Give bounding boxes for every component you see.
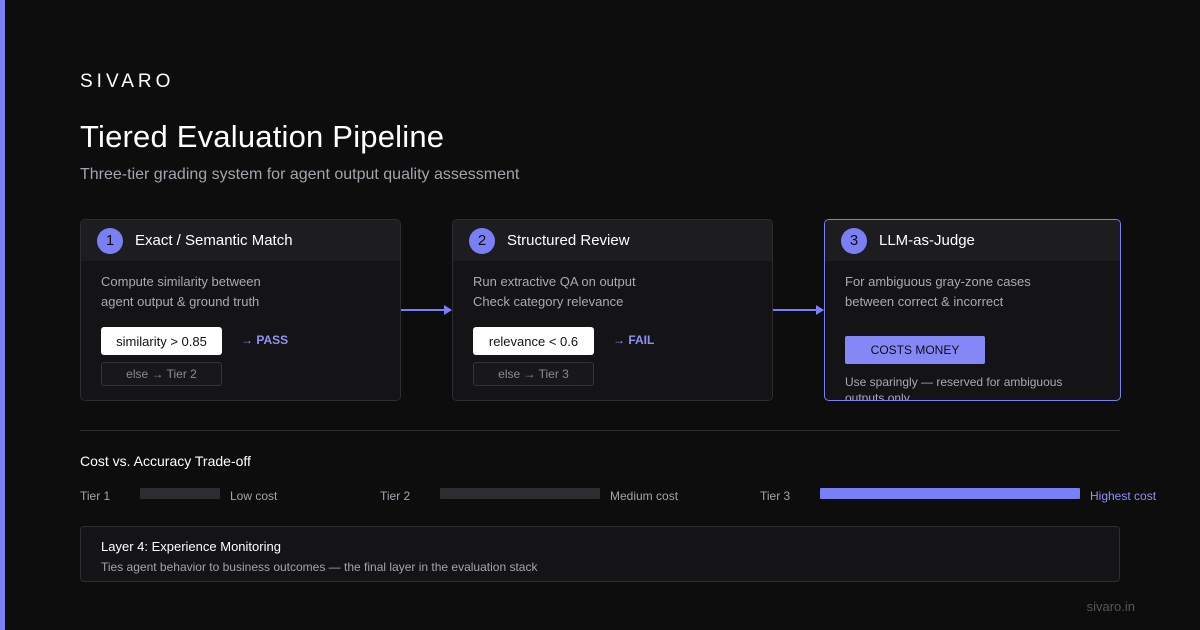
- tradeoff-tier-3-label: Tier 3: [760, 489, 791, 503]
- tier-3-number-badge: 3: [841, 227, 867, 254]
- tier-1-description: Compute similarity between agent output …: [101, 274, 261, 309]
- layer-4-description: Ties agent behavior to business outcomes…: [101, 560, 538, 574]
- arrow-tier1-to-tier2: [401, 305, 452, 315]
- tier-1-card: 1 Exact / Semantic Match Compute similar…: [80, 219, 401, 401]
- tier-1-condition: similarity > 0.85: [101, 327, 222, 355]
- tier-3-note: Use sparingly — reserved for ambiguous o…: [845, 375, 1063, 401]
- tier-1-else: else → Tier 2: [101, 362, 222, 386]
- tier-2-title: Structured Review: [507, 232, 630, 249]
- tier-3-card: 3 LLM-as-Judge For ambiguous gray-zone c…: [824, 219, 1121, 401]
- tier-2-description: Run extractive QA on output Check catego…: [473, 274, 636, 309]
- tradeoff-tier-3-cost: Highest cost: [1090, 489, 1157, 503]
- tier-2-header: 2 Structured Review: [453, 220, 772, 261]
- accent-bar: [0, 0, 5, 630]
- tradeoff-tier-2-bar: [440, 488, 600, 499]
- tier-3-title: LLM-as-Judge: [879, 232, 975, 249]
- tradeoff-tier-2-cost: Medium cost: [610, 489, 679, 503]
- tradeoff-tier-1-label: Tier 1: [80, 489, 111, 503]
- page-title: Tiered Evaluation Pipeline: [80, 119, 445, 154]
- tier-1-outcome: → PASS: [241, 333, 289, 347]
- costs-money-badge: COSTS MONEY: [845, 336, 985, 364]
- tradeoff-tier-3-bar: [820, 488, 1080, 499]
- arrow-tier2-to-tier3: [773, 305, 824, 315]
- tradeoff-tier-1-cost: Low cost: [230, 489, 278, 503]
- brand-logo: SIVARO: [80, 71, 175, 92]
- tradeoff-tier-2-label: Tier 2: [380, 489, 411, 503]
- footer-url: sivaro.in: [1086, 599, 1135, 614]
- tier-2-card: 2 Structured Review Run extractive QA on…: [452, 219, 773, 401]
- tradeoff-tier-1-bar: [140, 488, 220, 499]
- page-subtitle: Three-tier grading system for agent outp…: [80, 166, 520, 183]
- tier-2-else: else → Tier 3: [473, 362, 594, 386]
- tier-1-number-badge: 1: [97, 227, 123, 254]
- tier-3-header: 3 LLM-as-Judge: [825, 220, 1120, 261]
- section-divider: [80, 430, 1120, 431]
- tradeoff-title: Cost vs. Accuracy Trade-off: [80, 453, 251, 469]
- layer-4-box: Layer 4: Experience Monitoring Ties agen…: [80, 526, 1120, 582]
- tier-2-number-badge: 2: [469, 227, 495, 254]
- layer-4-title: Layer 4: Experience Monitoring: [101, 539, 281, 554]
- tier-1-header: 1 Exact / Semantic Match: [81, 220, 400, 261]
- tier-3-description: For ambiguous gray-zone cases between co…: [845, 274, 1031, 309]
- tier-2-condition: relevance < 0.6: [473, 327, 594, 355]
- tier-2-outcome: → FAIL: [613, 333, 655, 347]
- tier-1-title: Exact / Semantic Match: [135, 232, 293, 249]
